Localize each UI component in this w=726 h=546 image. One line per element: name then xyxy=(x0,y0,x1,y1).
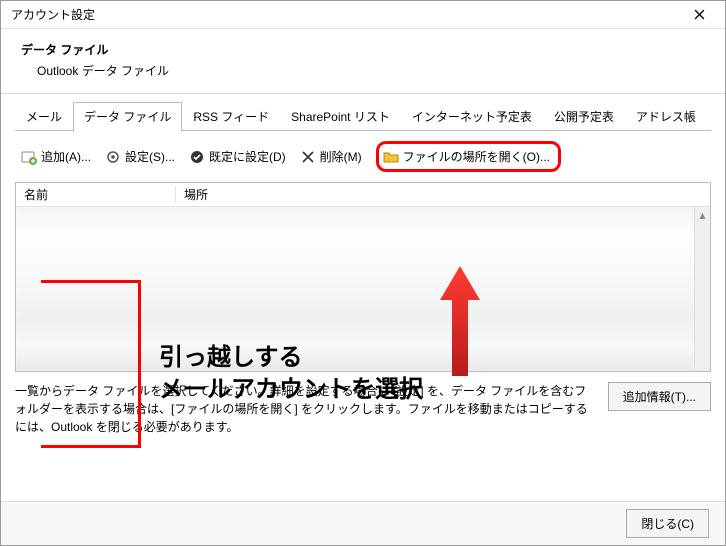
list-header: 名前 場所 xyxy=(16,183,710,207)
account-settings-window: アカウント設定 データ ファイル Outlook データ ファイル メール デー… xyxy=(0,0,726,546)
open-location-highlight: ファイルの場所を開く(O)... xyxy=(376,141,561,172)
settings-button[interactable]: 設定(S)... xyxy=(105,148,175,165)
header-title: データ ファイル xyxy=(21,41,705,58)
scroll-up-icon[interactable]: ▴ xyxy=(695,207,710,223)
footer: 閉じる(C) xyxy=(1,501,725,545)
more-info-button[interactable]: 追加情報(T)... xyxy=(608,382,711,411)
column-name[interactable]: 名前 xyxy=(16,186,176,203)
add-icon xyxy=(21,149,37,165)
remove-label: 削除(M) xyxy=(320,148,362,165)
gear-icon xyxy=(105,149,121,165)
vertical-scrollbar[interactable]: ▴ xyxy=(694,207,710,371)
tab-published-calendar[interactable]: 公開予定表 xyxy=(543,102,625,131)
folder-open-icon xyxy=(383,149,399,165)
settings-label: 設定(S)... xyxy=(125,148,175,165)
header-section: データ ファイル Outlook データ ファイル xyxy=(1,29,725,93)
set-default-button[interactable]: 既定に設定(D) xyxy=(189,148,286,165)
open-file-location-button[interactable]: ファイルの場所を開く(O)... xyxy=(383,148,550,165)
tab-address-book[interactable]: アドレス帳 xyxy=(625,102,707,131)
close-button[interactable]: 閉じる(C) xyxy=(626,509,709,538)
annotation-selection-box xyxy=(41,280,141,448)
tab-internet-calendar[interactable]: インターネット予定表 xyxy=(401,102,543,131)
content-area: メール データ ファイル RSS フィード SharePoint リスト インタ… xyxy=(1,93,725,501)
column-path[interactable]: 場所 xyxy=(176,186,710,203)
titlebar: アカウント設定 xyxy=(1,1,725,29)
toolbar: 追加(A)... 設定(S)... 既定に設定(D) 削除(M) xyxy=(15,131,711,182)
default-label: 既定に設定(D) xyxy=(209,148,286,165)
remove-icon xyxy=(300,149,316,165)
open-location-label: ファイルの場所を開く(O)... xyxy=(403,148,550,165)
add-button[interactable]: 追加(A)... xyxy=(21,148,91,165)
tabs-row: メール データ ファイル RSS フィード SharePoint リスト インタ… xyxy=(15,102,711,131)
window-close-button[interactable] xyxy=(679,3,719,27)
window-title: アカウント設定 xyxy=(11,6,95,23)
tab-sharepoint[interactable]: SharePoint リスト xyxy=(280,102,401,131)
add-label: 追加(A)... xyxy=(41,148,91,165)
header-subtitle: Outlook データ ファイル xyxy=(37,62,705,79)
tab-mail[interactable]: メール xyxy=(15,102,73,131)
close-icon xyxy=(694,9,705,20)
tab-rss[interactable]: RSS フィード xyxy=(182,102,280,131)
tab-data-files[interactable]: データ ファイル xyxy=(73,102,182,132)
check-circle-icon xyxy=(189,149,205,165)
remove-button[interactable]: 削除(M) xyxy=(300,148,362,165)
